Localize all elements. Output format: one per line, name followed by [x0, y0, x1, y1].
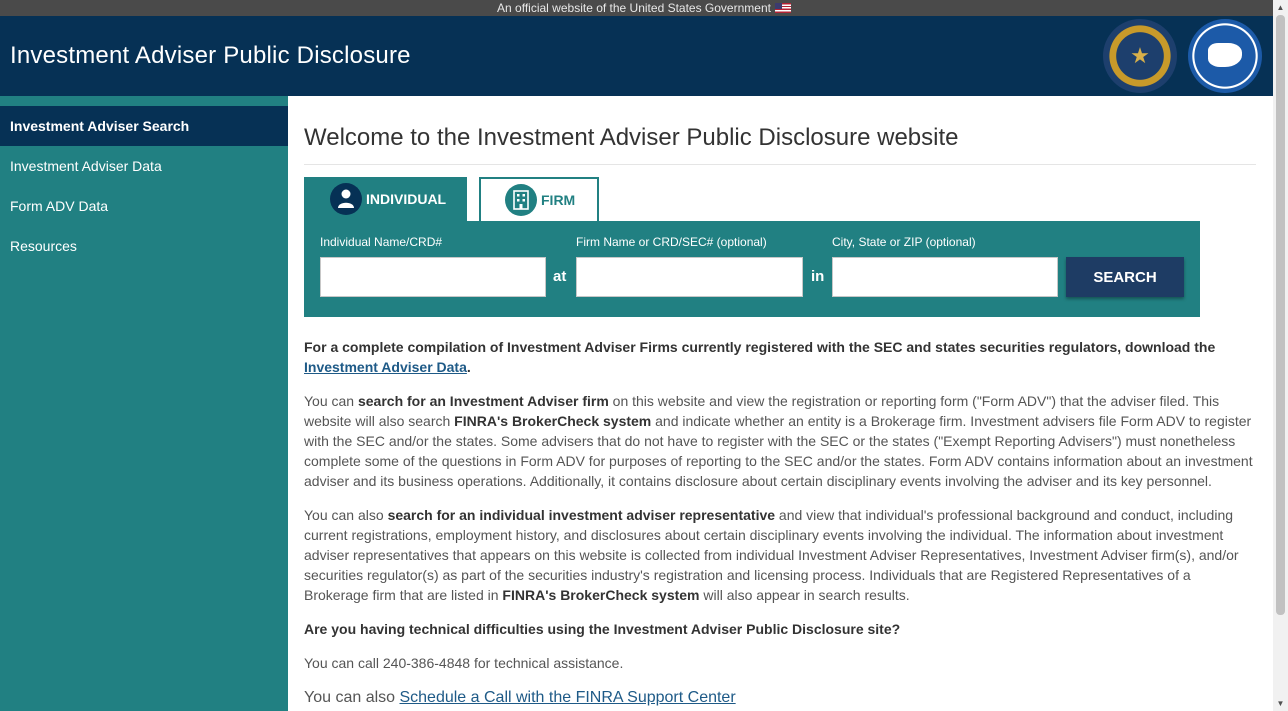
schedule-prefix: You can also [304, 689, 400, 706]
tab-individual-label: INDIVIDUAL [366, 191, 447, 207]
us-flag-icon [774, 3, 791, 13]
para1-bold-1: search for an Investment Adviser firm [357, 393, 609, 409]
site-title[interactable]: Investment Adviser Public Disclosure [10, 16, 411, 96]
location-label: City, State or ZIP (optional) [832, 235, 976, 249]
firm-name-input[interactable] [576, 257, 803, 297]
intro-end: . [466, 359, 471, 375]
sidebar-item-form-adv-data[interactable]: Form ADV Data [0, 186, 288, 226]
sidebar: Investment Adviser Search Investment Adv… [0, 96, 288, 711]
para2-bold-1: search for an individual investment advi… [387, 507, 776, 523]
tab-firm[interactable]: FIRM [479, 177, 599, 221]
para2-text-1: You can also [304, 507, 388, 523]
tab-individual[interactable]: INDIVIDUAL [304, 177, 467, 221]
page-scrollbar[interactable]: ▲ ▼ [1273, 0, 1288, 711]
firm-name-label: Firm Name or CRD/SEC# (optional) [576, 235, 767, 249]
divider [304, 164, 1256, 165]
state-regulators-seal-logo [1188, 19, 1262, 93]
individual-name-label: Individual Name/CRD# [320, 235, 443, 249]
sidebar-top-strip [0, 96, 288, 106]
individual-search-paragraph: You can also search for an individual in… [304, 505, 1256, 605]
site-header: Investment Adviser Public Disclosure [0, 16, 1273, 96]
firm-search-paragraph: You can search for an Investment Adviser… [304, 391, 1256, 491]
para1-bold-2: FINRA's BrokerCheck system [454, 413, 652, 429]
search-panel: Individual Name/CRD# at Firm Name or CRD… [304, 221, 1200, 317]
connector-at: at [553, 268, 567, 285]
sec-seal-logo [1103, 19, 1177, 93]
tab-firm-label: FIRM [541, 192, 576, 208]
scroll-thumb[interactable] [1276, 15, 1285, 615]
intro-paragraph: For a complete compilation of Investment… [304, 337, 1256, 377]
search-button[interactable]: SEARCH [1066, 257, 1184, 297]
sidebar-item-resources[interactable]: Resources [0, 226, 288, 266]
schedule-call-paragraph: You can also Schedule a Call with the FI… [304, 687, 1256, 709]
scroll-down-arrow-icon[interactable]: ▼ [1273, 696, 1288, 711]
tech-difficulties-heading: Are you having technical difficulties us… [304, 621, 901, 637]
sidebar-item-investment-adviser-search[interactable]: Investment Adviser Search [0, 106, 288, 146]
investment-adviser-data-link[interactable]: Investment Adviser Data [304, 359, 467, 375]
schedule-call-link[interactable]: Schedule a Call with the FINRA Support C… [399, 689, 735, 706]
para2-text-3: will also appear in search results. [699, 587, 910, 603]
technical-assistance-text: You can call 240-386-4848 for technical … [304, 655, 624, 671]
scroll-up-arrow-icon[interactable]: ▲ [1273, 0, 1288, 15]
gov-banner-text: An official website of the United States… [497, 1, 771, 15]
building-icon [505, 184, 537, 216]
intro-text: For a complete compilation of Investment… [304, 339, 1216, 355]
connector-in: in [811, 268, 825, 285]
gov-banner: An official website of the United States… [0, 0, 1288, 16]
person-icon [330, 183, 362, 215]
individual-name-input[interactable] [320, 257, 546, 297]
location-input[interactable] [832, 257, 1058, 297]
para2-bold-2: FINRA's BrokerCheck system [502, 587, 700, 603]
page-title: Welcome to the Investment Adviser Public… [304, 124, 959, 151]
sidebar-item-investment-adviser-data[interactable]: Investment Adviser Data [0, 146, 288, 186]
para1-text-1: You can [304, 393, 358, 409]
